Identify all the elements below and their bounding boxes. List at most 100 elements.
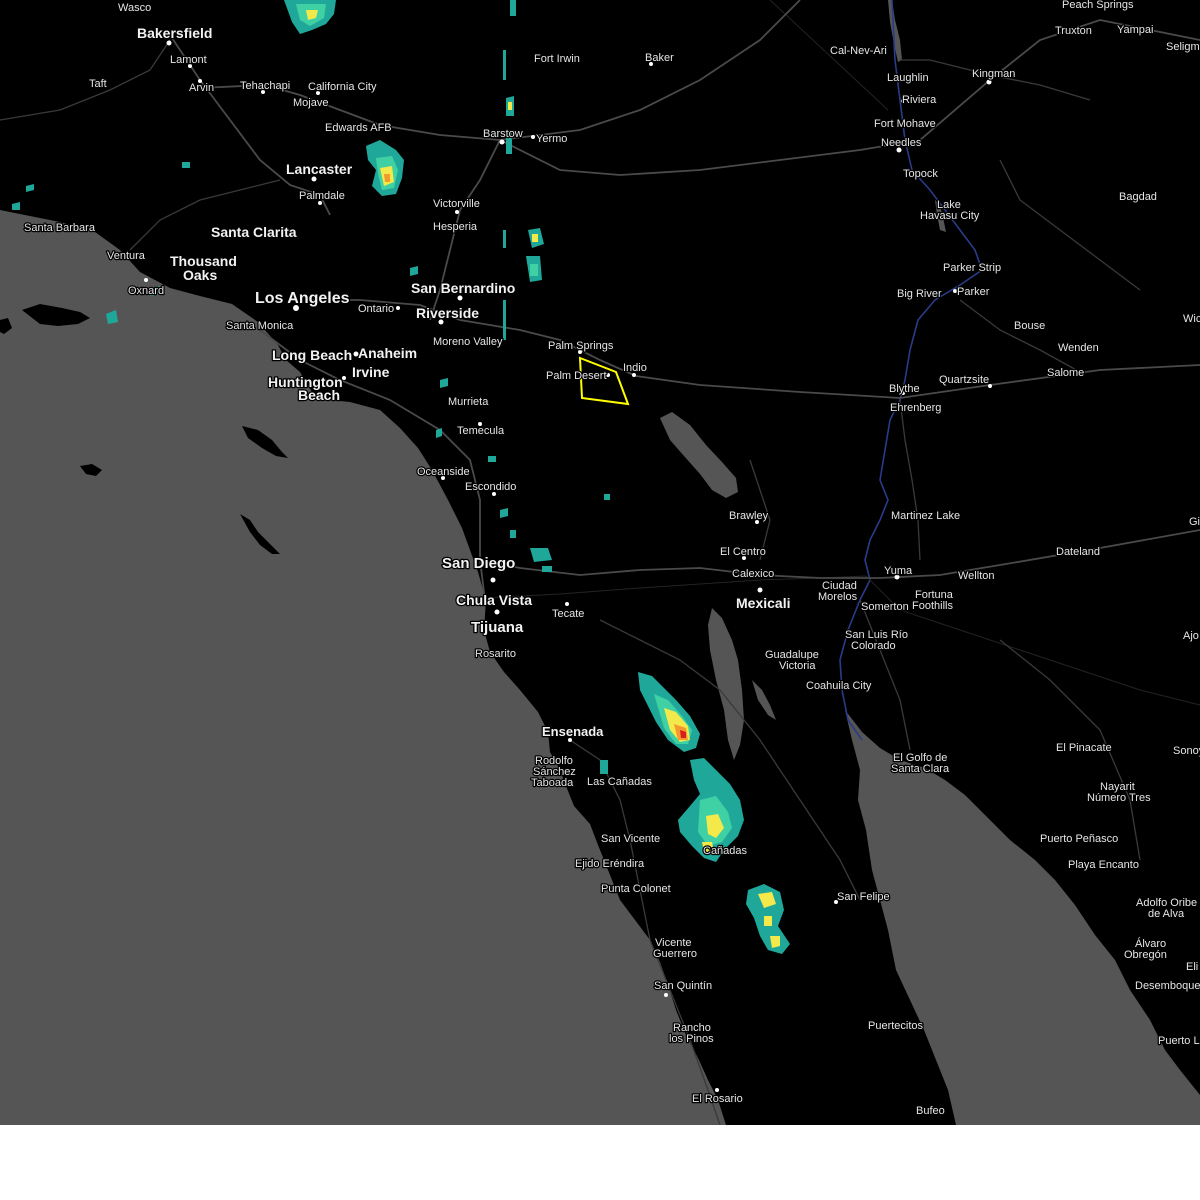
label-lancaster: Lancaster bbox=[286, 161, 353, 177]
label-wellton: Wellton bbox=[958, 570, 994, 582]
label-bouse: Bouse bbox=[1014, 320, 1045, 332]
label-oaks: Oaks bbox=[183, 267, 217, 283]
label-el-rosario: El Rosario bbox=[692, 1093, 743, 1105]
label-santa-clara: Santa Clara bbox=[891, 763, 950, 775]
label-los-pinos: los Pinos bbox=[669, 1033, 714, 1045]
label-baker: Baker bbox=[645, 52, 674, 64]
label-guerrero: Guerrero bbox=[653, 948, 697, 960]
label-lamont: Lamont bbox=[170, 54, 207, 66]
label-san-quintin: San Quintín bbox=[654, 980, 712, 992]
label-palm-desert: Palm Desert bbox=[546, 370, 607, 382]
label-ejido-erendira: Ejido Eréndira bbox=[575, 858, 645, 870]
label-tehachapi: Tehachapi bbox=[240, 80, 290, 92]
label-palm-springs: Palm Springs bbox=[548, 340, 614, 352]
label-fort-irwin: Fort Irwin bbox=[534, 53, 580, 65]
label-las-canadas: Las Cañadas bbox=[587, 776, 652, 788]
label-wenden: Wenden bbox=[1058, 342, 1099, 354]
label-cal-nev-ari: Cal-Nev-Ari bbox=[830, 45, 887, 57]
label-martinez-lake: Martinez Lake bbox=[891, 510, 960, 522]
label-riverside: Riverside bbox=[416, 305, 479, 321]
label-ensenada: Ensenada bbox=[542, 724, 604, 739]
label-wic: Wic bbox=[1183, 313, 1200, 325]
label-oceanside: Oceanside bbox=[417, 466, 470, 478]
label-yermo: Yermo bbox=[536, 133, 567, 145]
label-canadas: Cañadas bbox=[703, 845, 748, 857]
label-ehrenberg: Ehrenberg bbox=[890, 402, 941, 414]
label-desemboque: Desemboque bbox=[1135, 980, 1200, 992]
label-escondido: Escondido bbox=[465, 481, 516, 493]
label-yuma: Yuma bbox=[884, 565, 913, 577]
label-somerton: Somerton bbox=[861, 601, 909, 613]
label-obregon: Obregón bbox=[1124, 949, 1167, 961]
label-coahuila-city: Coahuila City bbox=[806, 680, 872, 692]
label-taboada: Taboada bbox=[531, 777, 574, 789]
label-victorville: Victorville bbox=[433, 198, 480, 210]
label-calexico: Calexico bbox=[732, 568, 774, 580]
radar-map[interactable]: Wasco Bakersfield Lamont Arvin Taft Teha… bbox=[0, 0, 1200, 1125]
label-bagdad: Bagdad bbox=[1119, 191, 1157, 203]
label-parker: Parker bbox=[957, 286, 990, 298]
label-tecate: Tecate bbox=[552, 608, 584, 620]
label-irvine: Irvine bbox=[352, 364, 390, 380]
label-el-centro: El Centro bbox=[720, 546, 766, 558]
label-edwards-afb: Edwards AFB bbox=[325, 122, 392, 134]
label-palmdale: Palmdale bbox=[299, 190, 345, 202]
label-san-felipe: San Felipe bbox=[837, 891, 890, 903]
label-mexicali: Mexicali bbox=[736, 595, 790, 611]
label-san-bernardino: San Bernardino bbox=[411, 280, 515, 296]
label-riviera: Riviera bbox=[902, 94, 937, 106]
label-yampai: Yampai bbox=[1117, 24, 1153, 36]
label-brawley: Brawley bbox=[729, 510, 769, 522]
label-salome: Salome bbox=[1047, 367, 1084, 379]
label-puerto-penasco: Puerto Peñasco bbox=[1040, 833, 1118, 845]
label-temecula: Temecula bbox=[457, 425, 505, 437]
label-eli: Eli bbox=[1186, 961, 1198, 973]
label-rosarito: Rosarito bbox=[475, 648, 516, 660]
label-el-pinacate: El Pinacate bbox=[1056, 742, 1112, 754]
map-canvas[interactable]: Wasco Bakersfield Lamont Arvin Taft Teha… bbox=[0, 0, 1200, 1125]
label-santa-barbara: Santa Barbara bbox=[24, 222, 96, 234]
label-peach-springs: Peach Springs bbox=[1062, 0, 1134, 11]
label-playa-encanto: Playa Encanto bbox=[1068, 859, 1139, 871]
label-tijuana: Tijuana bbox=[471, 619, 524, 636]
label-colorado: Colorado bbox=[851, 640, 896, 652]
label-victoria: Victoria bbox=[779, 660, 816, 672]
label-beach: Beach bbox=[298, 387, 340, 403]
label-seligman: Seligm bbox=[1166, 41, 1200, 53]
label-wasco: Wasco bbox=[118, 2, 151, 14]
label-barstow: Barstow bbox=[483, 128, 523, 140]
label-numero-tres: Número Tres bbox=[1087, 792, 1151, 804]
label-sonoyta: Sonoy bbox=[1173, 745, 1200, 757]
label-ontario: Ontario bbox=[358, 303, 394, 315]
label-long-beach: Long Beach bbox=[272, 347, 352, 363]
label-moreno-valley: Moreno Valley bbox=[433, 336, 503, 348]
label-mojave: Mojave bbox=[293, 97, 328, 109]
label-morelos: Morelos bbox=[818, 591, 858, 603]
label-oxnard: Oxnard bbox=[128, 285, 164, 297]
label-laughlin: Laughlin bbox=[887, 72, 929, 84]
label-de-alva: de Alva bbox=[1148, 908, 1185, 920]
label-los-angeles: Los Angeles bbox=[255, 290, 350, 307]
label-ventura: Ventura bbox=[107, 250, 146, 262]
label-gi: Gi bbox=[1189, 516, 1200, 528]
blank-footer-area bbox=[0, 1125, 1200, 1200]
label-murrieta: Murrieta bbox=[448, 396, 489, 408]
label-kingman: Kingman bbox=[972, 68, 1015, 80]
label-san-diego: San Diego bbox=[442, 555, 515, 572]
label-santa-clarita: Santa Clarita bbox=[211, 224, 297, 240]
label-arvin: Arvin bbox=[189, 82, 214, 94]
label-puerto-l: Puerto L bbox=[1158, 1035, 1200, 1047]
label-san-vicente: San Vicente bbox=[601, 833, 660, 845]
label-topock: Topock bbox=[903, 168, 938, 180]
label-anaheim: Anaheim bbox=[358, 345, 417, 361]
label-blythe: Blythe bbox=[889, 383, 920, 395]
label-puertecitos: Puertecitos bbox=[868, 1020, 924, 1032]
label-ajo: Ajo bbox=[1183, 630, 1199, 642]
label-chula-vista: Chula Vista bbox=[456, 592, 532, 608]
label-foothills: Foothills bbox=[912, 600, 953, 612]
label-big-river: Big River bbox=[897, 288, 942, 300]
label-indio: Indio bbox=[623, 362, 647, 374]
label-california-city: California City bbox=[308, 81, 377, 93]
label-santa-monica: Santa Monica bbox=[226, 320, 294, 332]
label-hesperia: Hesperia bbox=[433, 221, 478, 233]
